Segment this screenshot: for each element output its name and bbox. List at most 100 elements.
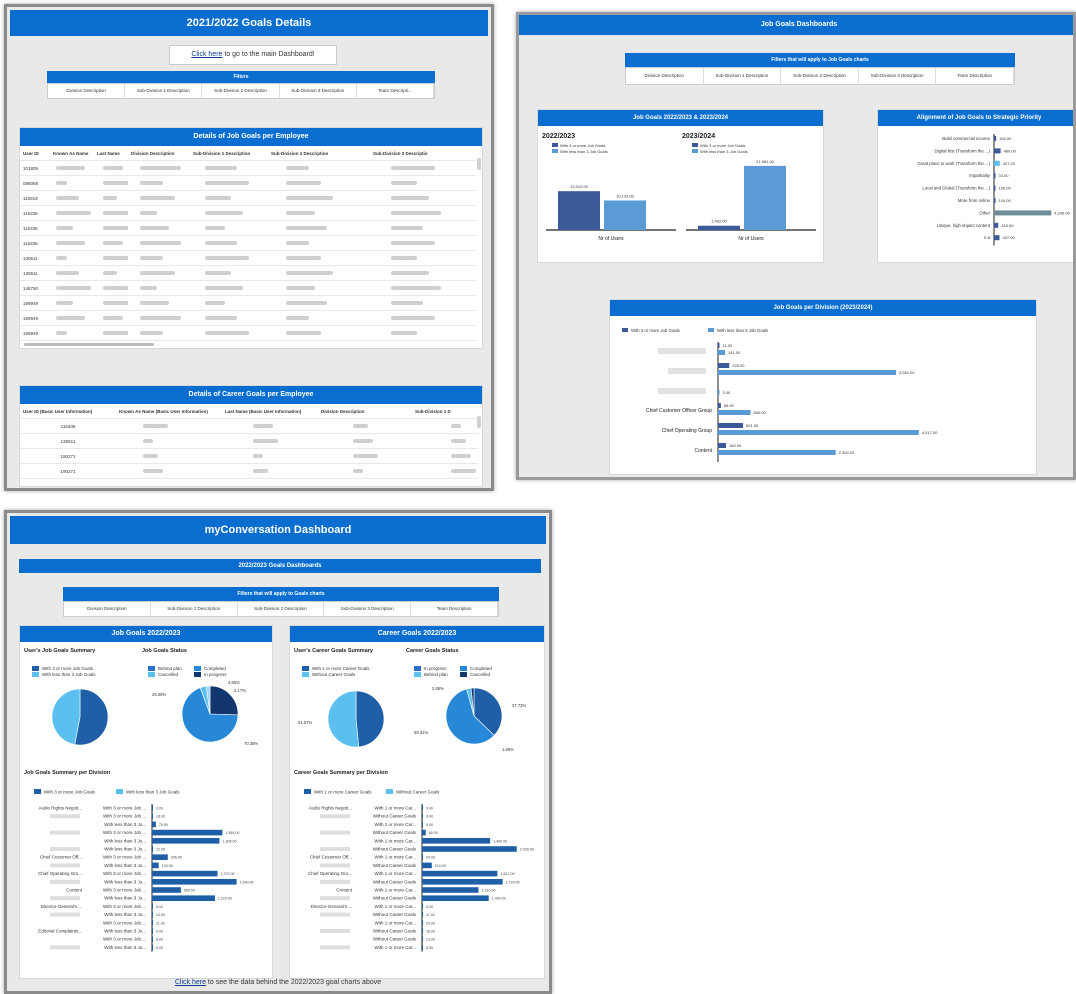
filter-5[interactable]: Team Description <box>936 68 1014 84</box>
career-col-header[interactable]: Sub-Division 1 D <box>412 404 478 419</box>
bar <box>718 343 720 348</box>
panel3-subtitle-text: 2022/2023 Goals Dashboards <box>238 563 322 569</box>
redacted-cell <box>190 280 268 296</box>
table-row[interactable]: 199949 <box>20 310 476 326</box>
filter-3[interactable]: Sub-Division 2 Description <box>238 602 325 616</box>
filter-1[interactable]: Division Description <box>64 602 151 616</box>
redacted-value <box>391 286 441 291</box>
job-table-scrollbar[interactable] <box>477 158 481 170</box>
filter-5[interactable]: Team Descripti... <box>357 84 435 98</box>
bar-value-label: 20.00 <box>426 921 435 925</box>
job-col-header[interactable]: Last Name <box>94 146 128 161</box>
category-label: Without Career Goals <box>373 814 417 819</box>
redacted-division <box>320 896 350 901</box>
bar-value-label: 3.00 <box>426 905 433 909</box>
table-row[interactable]: 130611 <box>20 265 476 281</box>
category-label: Unique, high impact content <box>937 223 991 228</box>
filter-1[interactable]: Division Description <box>48 84 126 98</box>
career-col-header[interactable]: Known As Name (Basic User Information) <box>116 404 222 419</box>
summary-label: User's Job Goals Summary <box>24 648 96 654</box>
filter-2[interactable]: Sub-Division 1 Description <box>125 84 203 98</box>
bar <box>994 160 1000 166</box>
redacted-division <box>50 945 80 950</box>
legend-swatch <box>386 789 393 794</box>
job-col-header[interactable]: User ID <box>20 146 50 161</box>
filter-3[interactable]: Sub-Division 2 Description <box>781 68 859 84</box>
table-row[interactable]: 116336 <box>20 235 476 251</box>
legend-swatch <box>302 672 309 677</box>
category-label: With 3 or more Job ... <box>103 904 146 909</box>
filter-4[interactable]: Sub-Division 3 Description <box>859 68 937 84</box>
table-row[interactable]: 130611 <box>20 250 476 266</box>
filter-1[interactable]: Division Description <box>626 68 704 84</box>
bar-value-label: 427.00 <box>1003 161 1016 166</box>
job-table-hscrollbar[interactable] <box>24 343 154 346</box>
job-col-header[interactable]: Sub-Division 2 Description <box>268 146 370 161</box>
job-col-header[interactable]: Known As Name <box>50 146 94 161</box>
redacted-value <box>391 211 441 216</box>
career-table-scrollbar[interactable] <box>477 416 481 428</box>
filter-2[interactable]: Sub-Division 1 Description <box>704 68 782 84</box>
redacted-cell <box>268 325 370 341</box>
filter-5[interactable]: Team Description <box>411 602 498 616</box>
table-row[interactable]: 190271 <box>20 448 478 464</box>
redacted-division <box>320 929 350 933</box>
panel2-filters: Filters that will apply to Job Goals cha… <box>625 53 1015 85</box>
table-row[interactable]: 116336 <box>20 418 478 434</box>
category-label: Local and Global (Transform the ...) <box>922 186 990 191</box>
filter-3[interactable]: Sub-Division 2 Description <box>202 84 280 98</box>
table-row[interactable]: 110919 <box>20 190 476 206</box>
table-row[interactable]: 088069 <box>20 175 476 191</box>
redacted-cell <box>190 220 268 236</box>
redacted-division <box>320 912 350 917</box>
redacted-cell <box>412 418 478 434</box>
category-label: With less than 3 Jo... <box>104 912 146 917</box>
table-row[interactable]: 116336 <box>20 205 476 221</box>
redacted-value <box>451 424 461 429</box>
summary-label: User's Career Goals Summary <box>294 648 374 654</box>
filter-4[interactable]: Sub-Division 3 Description <box>324 602 412 616</box>
filter-2[interactable]: Sub-Division 1 Description <box>151 602 238 616</box>
job-col-header[interactable]: Division Description <box>128 146 190 161</box>
table-row[interactable]: 116336 <box>20 220 476 236</box>
main-dashboard-link[interactable]: Click here <box>191 51 222 58</box>
category-label: With 1 or more Car... <box>374 855 416 860</box>
redacted-value <box>391 181 417 186</box>
career-col-header[interactable]: Last Name (Basic User Information) <box>222 404 318 419</box>
bar-value-label: 306.00 <box>171 856 182 860</box>
career-col-header[interactable]: User ID (Basic User Information) <box>20 404 116 419</box>
bar-value-label: 3,561.00 <box>899 370 915 375</box>
bar-value-label: 33.00 <box>999 173 1010 178</box>
redacted-cell <box>94 310 128 326</box>
panel3-title-text: myConversation Dashboard <box>204 524 352 536</box>
redacted-value <box>140 286 157 291</box>
redacted-cell <box>190 160 268 176</box>
career-col-header[interactable]: Division Description <box>318 404 412 419</box>
x-axis-label: Nr of Users <box>738 236 764 242</box>
redacted-cell <box>50 160 94 176</box>
division-label: Chief Customer Off... <box>40 855 82 860</box>
redacted-value <box>56 241 85 246</box>
pie-label: 2.66% <box>432 686 444 691</box>
legend-swatch <box>414 672 421 677</box>
table-row[interactable]: 190271 <box>20 463 478 479</box>
division-label: Content <box>336 888 353 893</box>
table-row[interactable]: 101805 <box>20 160 476 176</box>
bar-value-label: 162.00 <box>999 136 1012 141</box>
redacted-value <box>286 331 321 336</box>
legend-label: With less than 3 Job Goals <box>42 672 96 677</box>
table-row[interactable]: 130611 <box>20 433 478 449</box>
job-goals-dashboard-panel: Job Goals Dashboards Filters that will a… <box>516 12 1076 480</box>
filter-4[interactable]: Sub-Division 3 Description <box>280 84 357 98</box>
redacted-value <box>286 316 309 321</box>
career-summary-pie-slice <box>327 690 360 748</box>
job-col-header[interactable]: Sub-Division 3 Descriptio <box>370 146 476 161</box>
table-row[interactable]: 199949 <box>20 325 476 341</box>
job-col-header[interactable]: Sub-Division 1 Description <box>190 146 268 161</box>
data-behind-link[interactable]: Click here <box>175 979 206 986</box>
user-id-cell: 110919 <box>20 190 50 206</box>
table-row[interactable]: 199949 <box>20 295 476 311</box>
redacted-value <box>286 286 315 291</box>
table-row[interactable]: 148750 <box>20 280 476 296</box>
bar-value-label: 6.00 <box>156 946 163 950</box>
